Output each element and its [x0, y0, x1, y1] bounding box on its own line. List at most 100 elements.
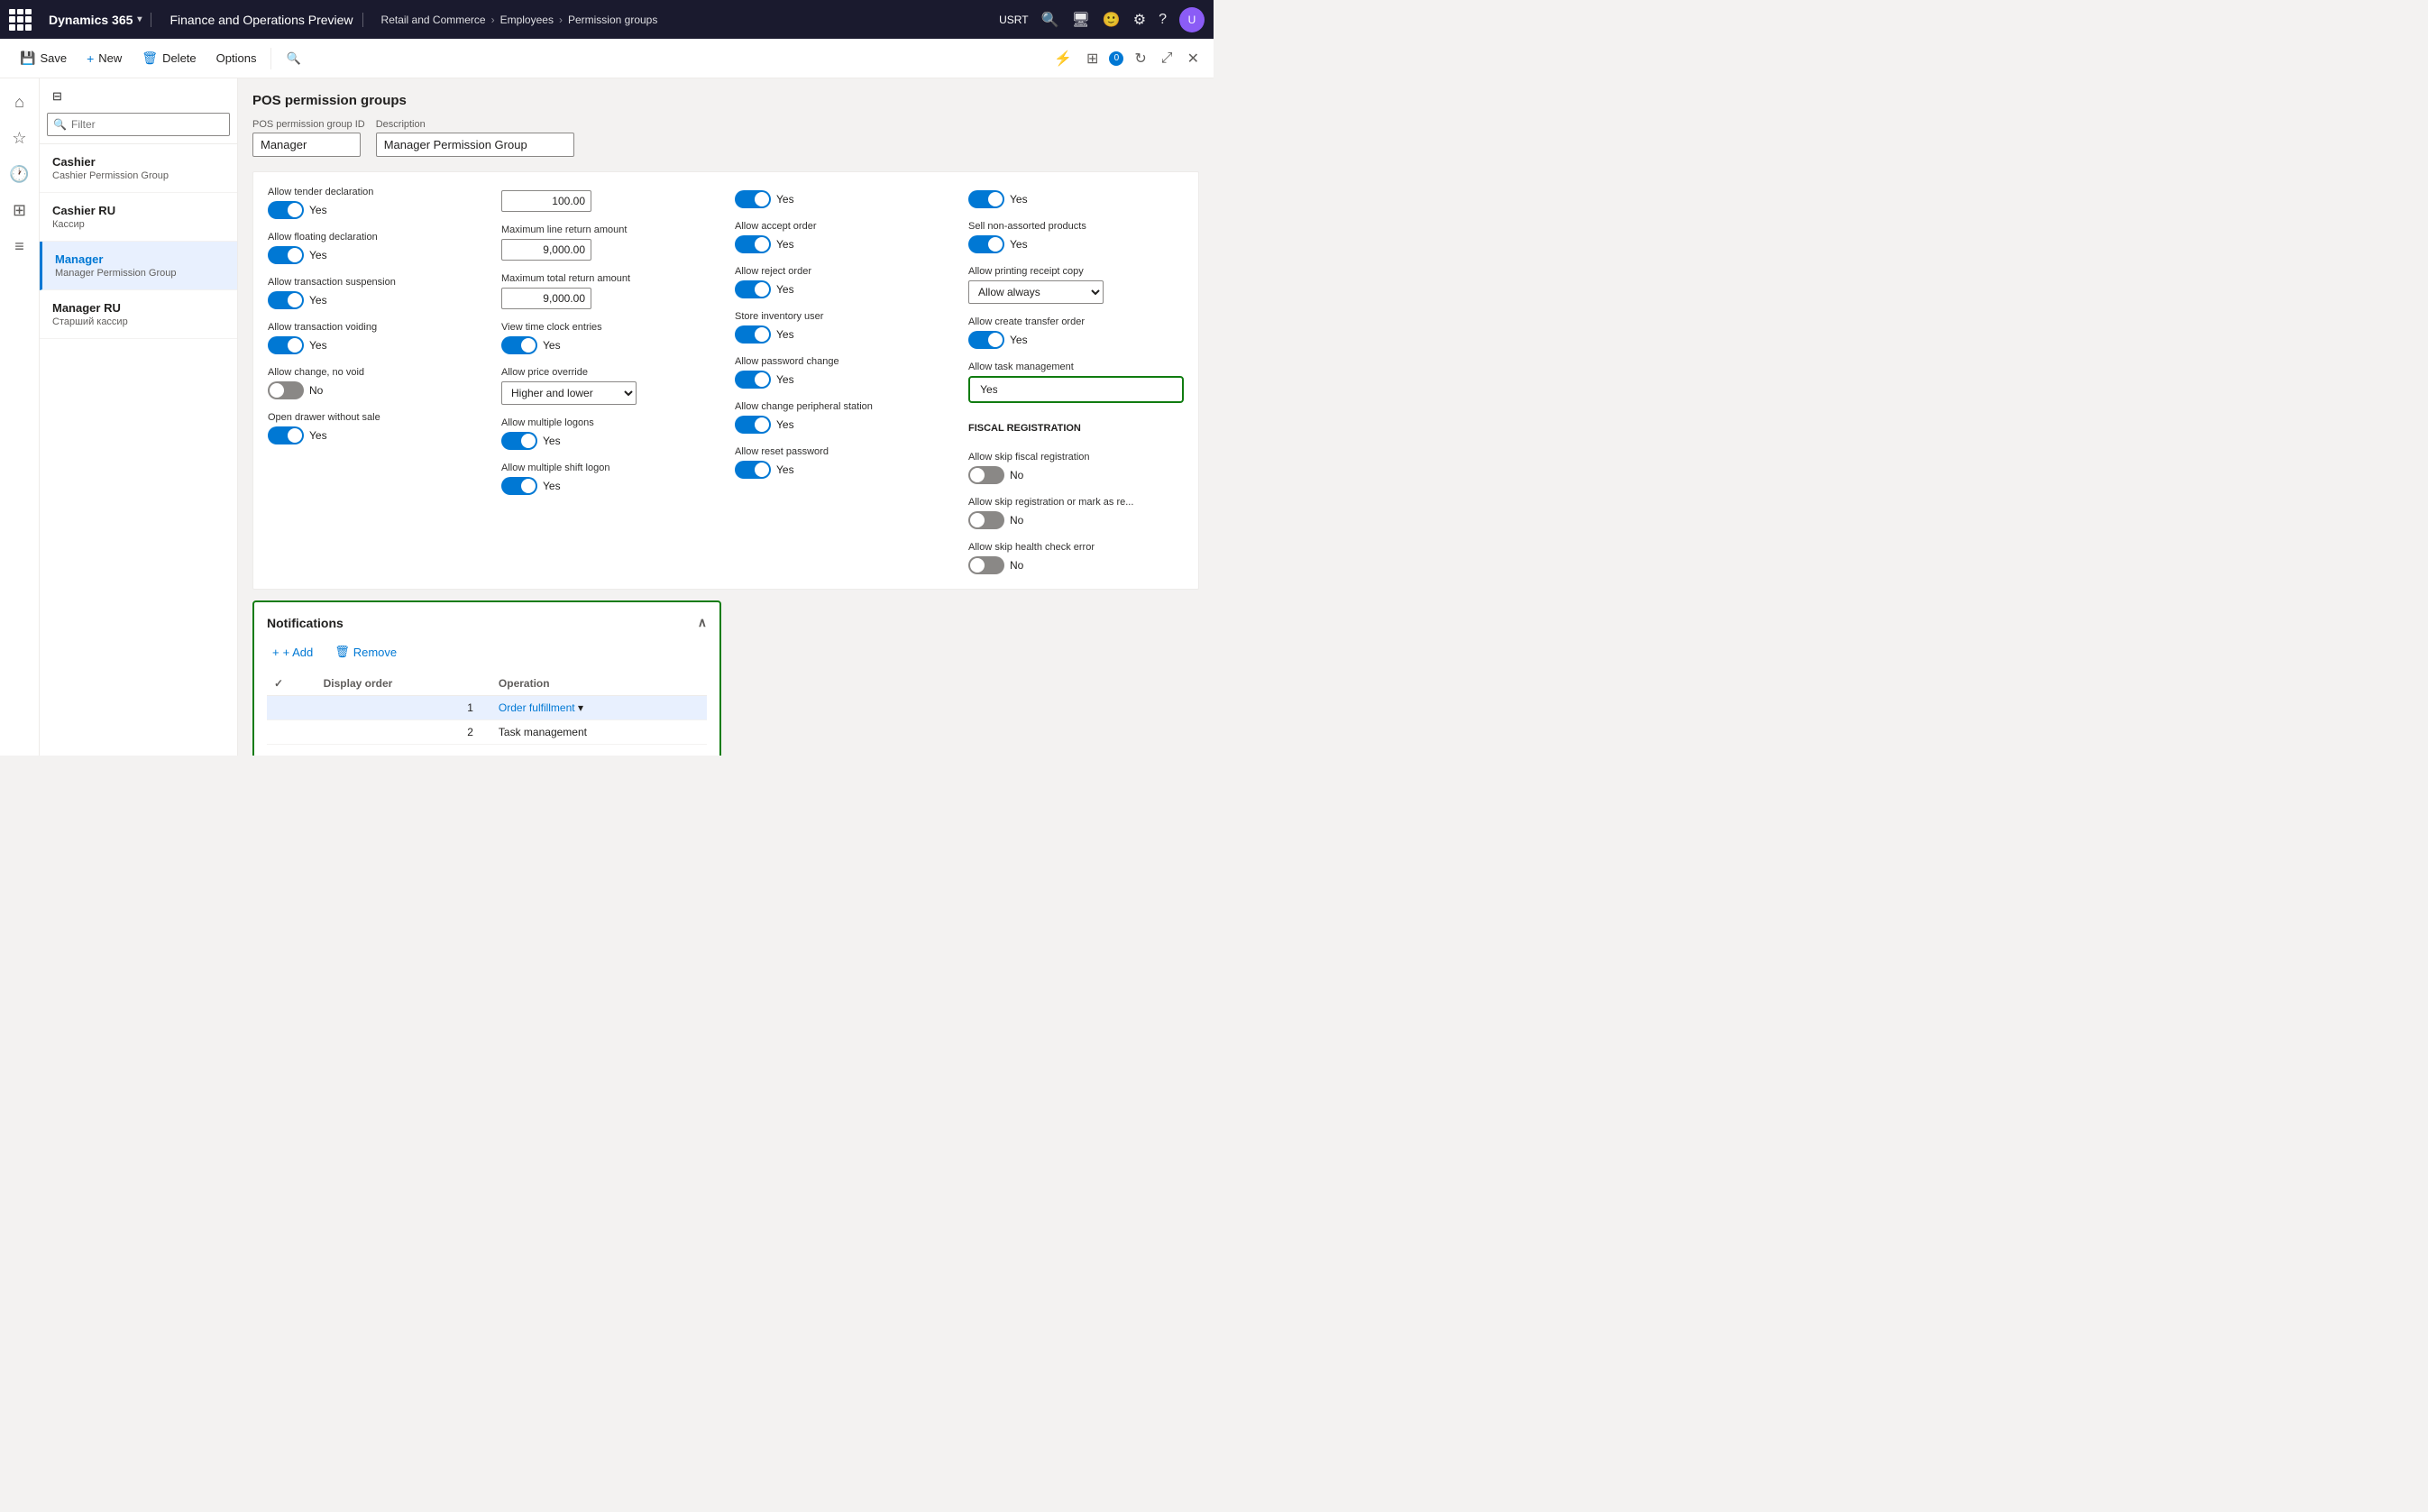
- new-button[interactable]: + New: [78, 46, 131, 71]
- perm-password-change-text: Yes: [776, 373, 794, 386]
- perm-sell-non-assorted: Sell non-assorted products Yes: [968, 221, 1184, 253]
- perm-time-clock-toggle[interactable]: [501, 336, 537, 354]
- toolbar-search-button[interactable]: 🔍: [277, 46, 309, 71]
- perm-voiding-label: Allow transaction voiding: [268, 322, 483, 333]
- notif-remove-button[interactable]: 🗑 Remove: [329, 641, 402, 663]
- perm-printing-receipt: Allow printing receipt copy Allow always…: [968, 266, 1184, 304]
- desc-input[interactable]: [376, 133, 574, 157]
- perm-col-1: Allow tender declaration Yes Allow float…: [268, 187, 483, 574]
- breadcrumb-permission-groups[interactable]: Permission groups: [568, 14, 657, 26]
- perm-open-drawer-label: Open drawer without sale: [268, 412, 483, 423]
- notification-badge[interactable]: 0: [1109, 51, 1123, 66]
- perm-store-inventory-toggle[interactable]: [735, 325, 771, 344]
- perm-printing-receipt-select[interactable]: Allow always Never Ask: [968, 280, 1104, 304]
- settings-icon[interactable]: ⚙: [1133, 11, 1146, 29]
- notif-row1-operation-link[interactable]: Order fulfillment: [499, 701, 575, 714]
- notif-row2-check: [267, 720, 316, 745]
- filter-input[interactable]: [47, 113, 230, 136]
- perm-col4-first-toggle[interactable]: [968, 190, 1004, 208]
- perm-accept-order-value: Yes: [735, 235, 950, 253]
- perm-skip-registration-toggle[interactable]: [968, 511, 1004, 529]
- smiley-icon[interactable]: 🙂: [1103, 11, 1121, 29]
- perm-floating-text: Yes: [309, 249, 327, 261]
- list-item-manager[interactable]: Manager Manager Permission Group: [40, 242, 237, 290]
- list-icon[interactable]: ≡: [4, 230, 36, 262]
- list-item-manager-ru[interactable]: Manager RU Старший кассир: [40, 290, 237, 339]
- perm-open-drawer-toggle[interactable]: [268, 426, 304, 444]
- notif-row1-check: [267, 696, 316, 720]
- delete-button[interactable]: 🗑 Delete: [133, 45, 205, 71]
- perm-col3-first-toggle[interactable]: [735, 190, 771, 208]
- options-button[interactable]: Options: [207, 46, 266, 70]
- perm-reject-order-toggle[interactable]: [735, 280, 771, 298]
- grid-icon[interactable]: ⊞: [4, 194, 36, 226]
- perm-max-total-return-input[interactable]: [501, 288, 591, 309]
- notif-row1-operation: Order fulfillment ▾: [491, 696, 707, 720]
- perm-multiple-logons-toggle[interactable]: [501, 432, 537, 450]
- perm-create-transfer-value: Yes: [968, 331, 1184, 349]
- perm-reset-password-label: Allow reset password: [735, 446, 950, 457]
- save-button[interactable]: 💾 Save: [11, 45, 76, 71]
- app-launcher-icon[interactable]: [9, 9, 31, 31]
- perm-voiding-toggle[interactable]: [268, 336, 304, 354]
- perm-max-total-return-label: Maximum total return amount: [501, 273, 717, 284]
- perm-password-change-toggle[interactable]: [735, 371, 771, 389]
- perm-price-override-select[interactable]: Higher and lower Higher only Lower only …: [501, 381, 637, 405]
- list-item-cashier[interactable]: Cashier Cashier Permission Group: [40, 144, 237, 193]
- star-icon[interactable]: ☆: [4, 122, 36, 154]
- refresh-icon[interactable]: ↻: [1131, 46, 1150, 71]
- filter-input-wrap: 🔍: [47, 113, 230, 136]
- perm-max-amount-input[interactable]: [501, 190, 591, 212]
- windows-icon[interactable]: ⊞: [1083, 46, 1102, 71]
- notifications-collapse-icon[interactable]: ∧: [698, 615, 707, 630]
- perm-multiple-logons: Allow multiple logons Yes: [501, 417, 717, 450]
- id-input[interactable]: [252, 133, 361, 157]
- brand[interactable]: Dynamics 365 ▾: [40, 13, 151, 27]
- expand-icon[interactable]: ⤢: [1158, 47, 1177, 70]
- perm-skip-fiscal-label: Allow skip fiscal registration: [968, 452, 1184, 463]
- power-icon[interactable]: ⚡: [1050, 46, 1076, 71]
- perm-accept-order-toggle[interactable]: [735, 235, 771, 253]
- perm-col3-first-value: Yes: [735, 190, 950, 208]
- list-item-cashier-ru[interactable]: Cashier RU Кассир: [40, 193, 237, 242]
- perm-store-inventory-value: Yes: [735, 325, 950, 344]
- home-icon[interactable]: ⌂: [4, 86, 36, 118]
- perm-change-peripheral-toggle[interactable]: [735, 416, 771, 434]
- perm-skip-health-check-toggle[interactable]: [968, 556, 1004, 574]
- notif-row1-dropdown-icon[interactable]: ▾: [578, 701, 583, 714]
- perm-sell-non-assorted-toggle[interactable]: [968, 235, 1004, 253]
- brand-name: Dynamics 365: [49, 13, 133, 27]
- perm-multiple-shift-logon-text: Yes: [543, 480, 561, 492]
- search-icon[interactable]: 🔍: [1041, 11, 1059, 29]
- breadcrumb-retail[interactable]: Retail and Commerce: [381, 14, 486, 26]
- help-icon[interactable]: ?: [1159, 12, 1167, 28]
- new-label: New: [98, 51, 122, 65]
- close-icon[interactable]: ✕: [1184, 46, 1203, 71]
- perm-skip-registration-text: No: [1010, 514, 1023, 527]
- notif-row-1[interactable]: 1 Order fulfillment ▾: [267, 696, 707, 720]
- perm-suspension-toggle[interactable]: [268, 291, 304, 309]
- clock-icon[interactable]: 🕐: [4, 158, 36, 190]
- perm-max-line-return-input[interactable]: [501, 239, 591, 261]
- breadcrumb-employees[interactable]: Employees: [500, 14, 554, 26]
- perm-tender-toggle[interactable]: [268, 201, 304, 219]
- notif-col-check: ✓: [267, 672, 316, 696]
- perm-create-transfer-toggle[interactable]: [968, 331, 1004, 349]
- monitor-icon[interactable]: 🖥: [1072, 11, 1090, 29]
- perm-multiple-shift-logon-toggle[interactable]: [501, 477, 537, 495]
- perm-multiple-shift-logon-value: Yes: [501, 477, 717, 495]
- perm-reject-order: Allow reject order Yes: [735, 266, 950, 298]
- notif-add-button[interactable]: + + Add: [267, 641, 318, 663]
- filter-button[interactable]: ⊟: [47, 86, 68, 107]
- perm-multiple-shift-logon-label: Allow multiple shift logon: [501, 463, 717, 473]
- perm-max-amount: [501, 187, 717, 212]
- perm-skip-fiscal-toggle[interactable]: [968, 466, 1004, 484]
- perm-reject-order-text: Yes: [776, 283, 794, 296]
- perm-tender-declaration: Allow tender declaration Yes: [268, 187, 483, 219]
- notif-row-2[interactable]: 2 Task management: [267, 720, 707, 745]
- perm-floating-toggle[interactable]: [268, 246, 304, 264]
- perm-reset-password-toggle[interactable]: [735, 461, 771, 479]
- avatar[interactable]: U: [1179, 7, 1205, 32]
- notif-remove-label: Remove: [353, 646, 397, 659]
- perm-change-no-void-toggle[interactable]: [268, 381, 304, 399]
